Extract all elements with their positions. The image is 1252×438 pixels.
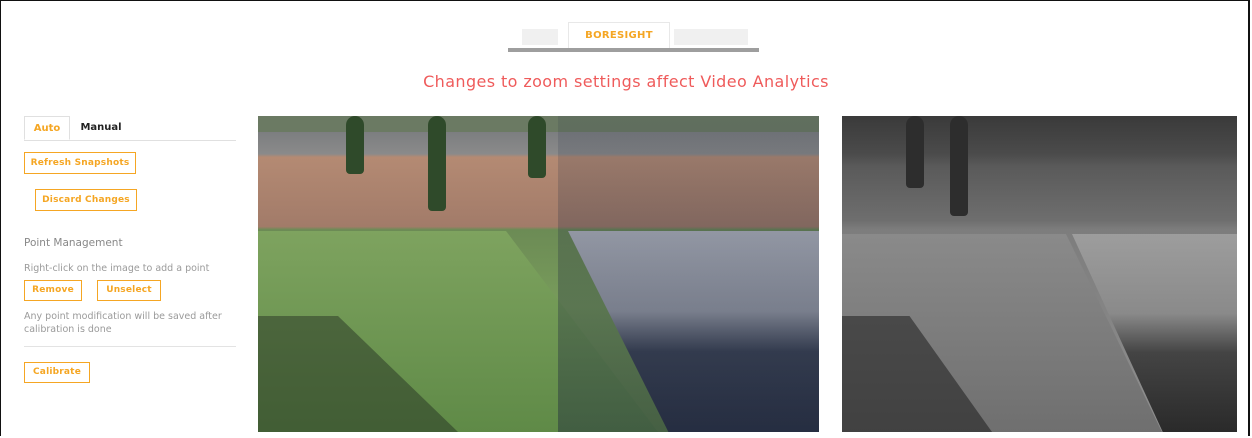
tab-left-placeholder[interactable] <box>522 29 558 45</box>
top-tab-bar: BORESIGHT <box>508 22 759 54</box>
tab-auto[interactable]: Auto <box>24 116 70 140</box>
tab-underline <box>508 48 759 52</box>
mode-tabs: Auto Manual <box>24 116 236 141</box>
point-hint: Right-click on the image to add a point <box>24 263 210 274</box>
building-shadow <box>558 116 819 432</box>
calibration-panel: Auto Manual Refresh Snapshots Discard Ch… <box>24 116 236 383</box>
tree <box>528 116 546 178</box>
tab-boresight[interactable]: BORESIGHT <box>568 22 670 49</box>
calibrate-button[interactable]: Calibrate <box>24 362 90 383</box>
panel-divider <box>24 346 236 347</box>
point-management-title: Point Management <box>24 237 123 249</box>
tree <box>950 116 968 216</box>
color-camera-snapshot[interactable] <box>258 116 819 432</box>
discard-changes-button[interactable]: Discard Changes <box>35 189 137 211</box>
tab-right-placeholder[interactable] <box>674 29 748 45</box>
tree <box>428 116 446 211</box>
zoom-warning-message: Changes to zoom settings affect Video An… <box>423 72 829 91</box>
unselect-point-button[interactable]: Unselect <box>97 280 161 301</box>
tab-manual[interactable]: Manual <box>76 116 126 140</box>
tree <box>906 116 924 188</box>
refresh-snapshots-button[interactable]: Refresh Snapshots <box>24 152 136 174</box>
remove-point-button[interactable]: Remove <box>24 280 82 301</box>
save-note: Any point modification will be saved aft… <box>24 311 222 335</box>
tree <box>346 116 364 174</box>
thermal-camera-snapshot[interactable] <box>842 116 1237 432</box>
